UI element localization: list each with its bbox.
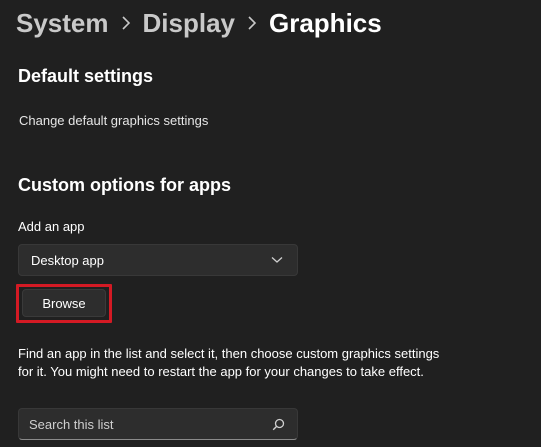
graphics-settings-page: System Display Graphics Default settings… xyxy=(0,0,541,447)
change-default-graphics-link[interactable]: Change default graphics settings xyxy=(19,113,208,128)
page-title: Graphics xyxy=(269,7,382,38)
app-type-dropdown[interactable]: Desktop app xyxy=(18,244,298,276)
default-settings-heading: Default settings xyxy=(18,66,154,86)
app-type-selected-value: Desktop app xyxy=(31,252,104,268)
instructions-text: Find an app in the list and select it, t… xyxy=(18,346,440,379)
breadcrumb-display[interactable]: Display xyxy=(143,8,236,39)
breadcrumb: System Display Graphics xyxy=(16,4,382,42)
chevron-right-icon xyxy=(235,16,269,30)
add-app-label: Add an app xyxy=(18,219,85,234)
breadcrumb-system[interactable]: System xyxy=(16,8,109,39)
custom-options-heading: Custom options for apps xyxy=(18,175,231,195)
search-list-box[interactable] xyxy=(18,408,298,440)
search-icon[interactable] xyxy=(272,418,285,431)
search-input[interactable] xyxy=(29,416,249,432)
chevron-right-icon xyxy=(109,16,143,30)
chevron-down-icon xyxy=(271,256,283,264)
browse-button[interactable]: Browse xyxy=(22,289,106,317)
